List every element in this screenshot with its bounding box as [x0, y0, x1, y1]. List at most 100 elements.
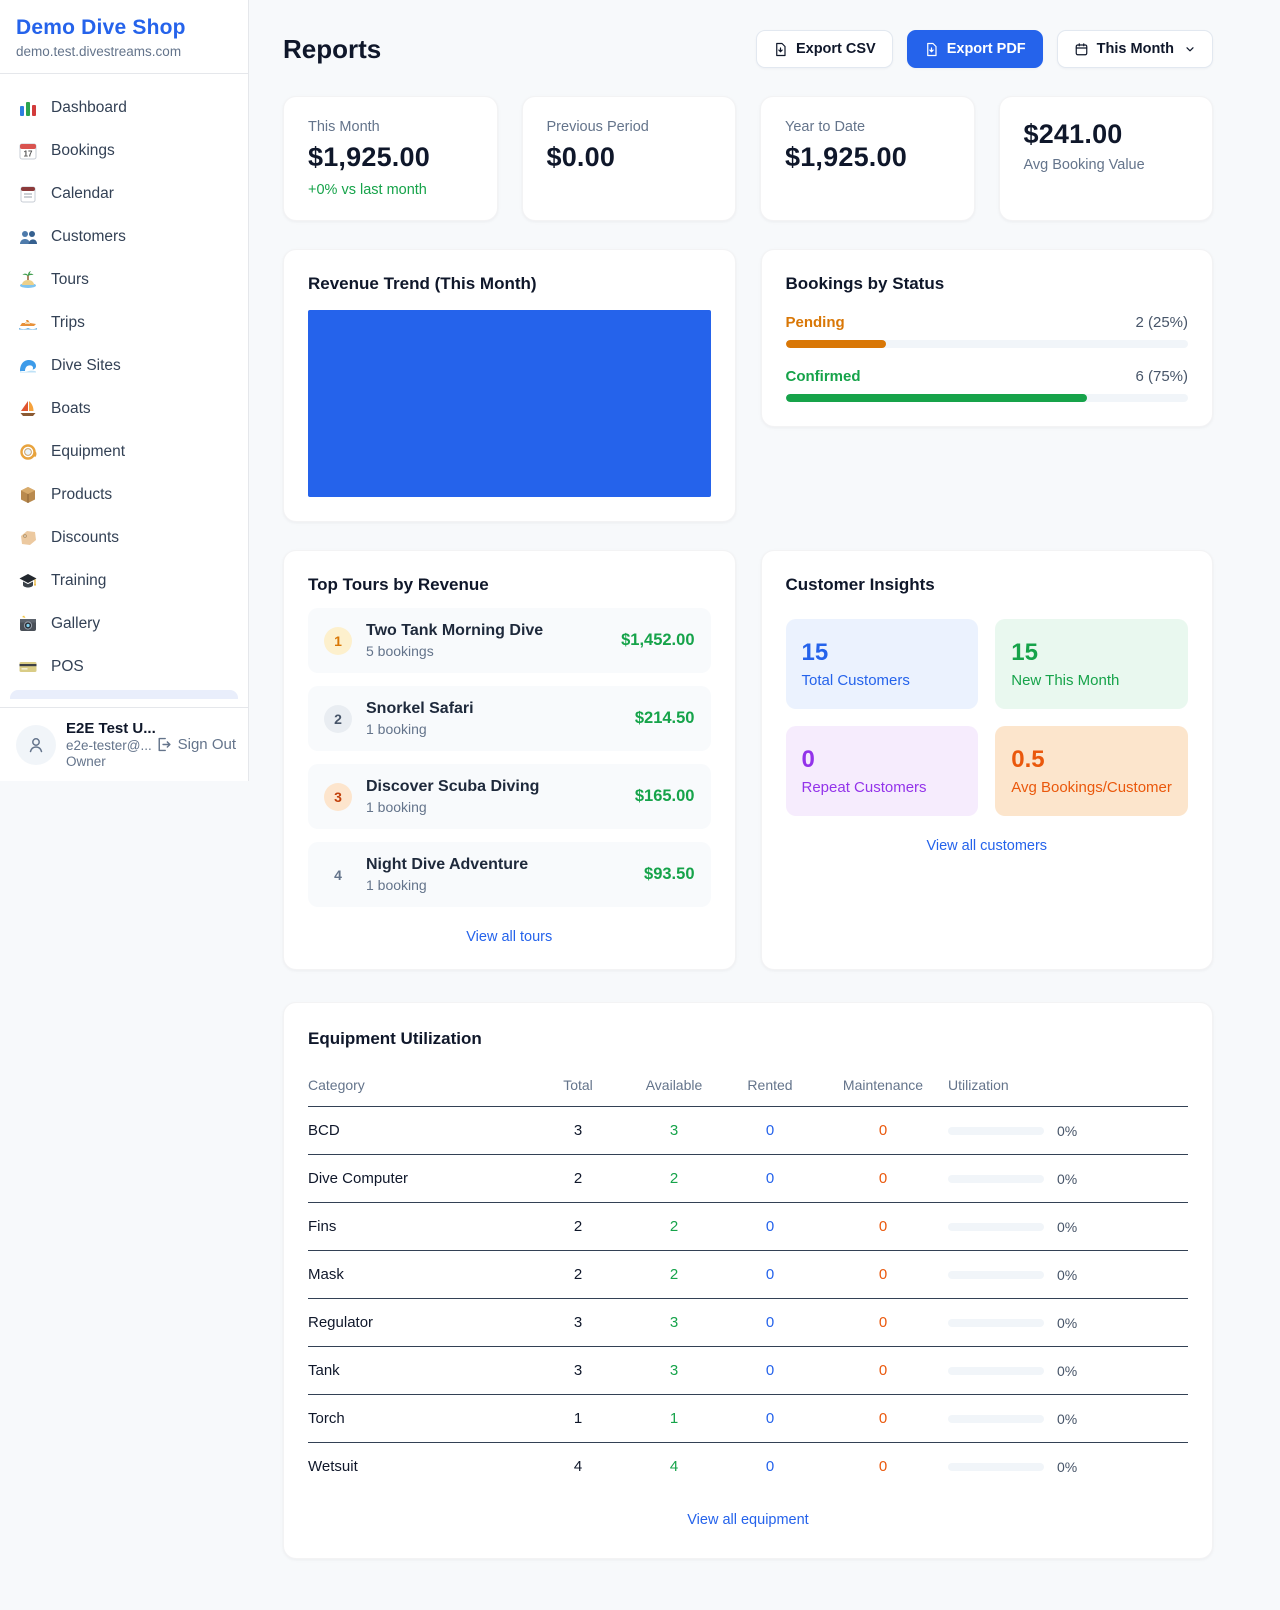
utilization-bar — [948, 1367, 1044, 1375]
header-actions: Export CSV Export PDF This Month — [756, 30, 1213, 68]
sidebar-item-label: Boats — [51, 400, 91, 418]
cell-rented: 0 — [722, 1395, 818, 1443]
cell-available: 4 — [626, 1443, 722, 1491]
cell-maintenance: 0 — [818, 1155, 948, 1203]
sidebar-item-label: Gallery — [51, 615, 100, 633]
island-icon — [18, 270, 38, 290]
progress-fill-confirmed — [786, 394, 1088, 402]
sidebar-item-label: Bookings — [51, 142, 115, 160]
table-row: Torch 1 1 0 0 0% — [308, 1395, 1188, 1443]
sidebar-item-label: Trips — [51, 314, 85, 332]
cell-rented: 0 — [722, 1107, 818, 1155]
top-tours-card: Top Tours by Revenue 1 Two Tank Morning … — [283, 550, 736, 970]
sidebar-item-dashboard[interactable]: Dashboard — [8, 88, 240, 128]
user-meta: E2E Test U... e2e-tester@... Owner — [66, 720, 145, 769]
cell-total: 1 — [530, 1395, 626, 1443]
cell-maintenance: 0 — [818, 1251, 948, 1299]
export-pdf-label: Export PDF — [947, 41, 1026, 57]
tour-amount: $165.00 — [635, 787, 695, 806]
sidebar-item-gallery[interactable]: Gallery — [8, 604, 240, 644]
stat-card-year-to-date: Year to Date $1,925.00 — [760, 96, 975, 221]
cell-available: 3 — [626, 1347, 722, 1395]
utilization-bar — [948, 1175, 1044, 1183]
period-dropdown[interactable]: This Month — [1057, 30, 1213, 68]
cell-rented: 0 — [722, 1443, 818, 1491]
sidebar-item-pos[interactable]: POS — [8, 647, 240, 687]
tour-row[interactable]: 2 Snorkel Safari 1 booking $214.50 — [308, 686, 711, 751]
stat-value: $241.00 — [1024, 119, 1189, 150]
view-all-equipment-link[interactable]: View all equipment — [308, 1512, 1188, 1528]
cell-available: 2 — [626, 1155, 722, 1203]
sidebar-item-reports-selected-peek[interactable] — [10, 690, 238, 699]
utilization-bar — [948, 1271, 1044, 1279]
revenue-trend-chart — [308, 310, 711, 497]
tour-name: Night Dive Adventure — [366, 856, 528, 874]
stat-label: Year to Date — [785, 119, 950, 135]
shop-name[interactable]: Demo Dive Shop — [16, 16, 232, 40]
cell-available: 3 — [626, 1107, 722, 1155]
sidebar-item-boats[interactable]: Boats — [8, 389, 240, 429]
tile-value: 15 — [802, 639, 963, 667]
export-pdf-button[interactable]: Export PDF — [907, 30, 1043, 68]
cell-rented: 0 — [722, 1155, 818, 1203]
avatar — [16, 725, 56, 765]
package-icon — [18, 485, 38, 505]
utilization-bar — [948, 1223, 1044, 1231]
utilization-cell: 0% — [948, 1459, 1188, 1475]
status-count: 2 (25%) — [1135, 314, 1188, 331]
tour-row[interactable]: 4 Night Dive Adventure 1 booking $93.50 — [308, 842, 711, 907]
sidebar-item-tours[interactable]: Tours — [8, 260, 240, 300]
table-row: BCD 3 3 0 0 0% — [308, 1107, 1188, 1155]
sidebar-item-discounts[interactable]: Discounts — [8, 518, 240, 558]
sign-out-button[interactable]: Sign Out — [155, 736, 236, 753]
cell-maintenance: 0 — [818, 1443, 948, 1491]
progress-track — [786, 394, 1189, 402]
stat-value: $1,925.00 — [785, 142, 950, 173]
equipment-utilization-card: Equipment Utilization Category Total Ava… — [283, 1002, 1213, 1559]
sidebar-item-trips[interactable]: Trips — [8, 303, 240, 343]
tour-bookings: 5 bookings — [366, 643, 543, 659]
sidebar-item-bookings[interactable]: 17 Bookings — [8, 131, 240, 171]
cell-maintenance: 0 — [818, 1203, 948, 1251]
cell-total: 3 — [530, 1347, 626, 1395]
col-rented: Rented — [722, 1067, 818, 1107]
tour-name: Two Tank Morning Dive — [366, 622, 543, 640]
export-csv-button[interactable]: Export CSV — [756, 30, 893, 68]
utilization-pct: 0% — [1057, 1363, 1077, 1379]
cell-category: BCD — [308, 1107, 530, 1155]
tile-value: 15 — [1011, 639, 1172, 667]
cell-available: 2 — [626, 1203, 722, 1251]
utilization-cell: 0% — [948, 1363, 1188, 1379]
col-maintenance: Maintenance — [818, 1067, 948, 1107]
user-panel: E2E Test U... e2e-tester@... Owner Sign … — [0, 707, 248, 781]
speedboat-icon — [18, 313, 38, 333]
table-header-row: Category Total Available Rented Maintena… — [308, 1067, 1188, 1107]
sidebar-item-dive-sites[interactable]: Dive Sites — [8, 346, 240, 386]
sidebar-item-calendar[interactable]: Calendar — [8, 174, 240, 214]
sidebar-item-training[interactable]: Training — [8, 561, 240, 601]
view-all-customers-link[interactable]: View all customers — [786, 838, 1189, 854]
tile-label: Avg Bookings/Customer — [1011, 779, 1172, 796]
stat-card-avg-booking-value: $241.00 Avg Booking Value — [999, 96, 1214, 221]
cell-rented: 0 — [722, 1251, 818, 1299]
cell-category: Wetsuit — [308, 1443, 530, 1491]
tour-row[interactable]: 3 Discover Scuba Diving 1 booking $165.0… — [308, 764, 711, 829]
tile-repeat-customers: 0 Repeat Customers — [786, 726, 979, 816]
sidebar-item-customers[interactable]: Customers — [8, 217, 240, 257]
status-row-confirmed: Confirmed 6 (75%) — [786, 368, 1189, 402]
cell-available: 2 — [626, 1251, 722, 1299]
tour-row[interactable]: 1 Two Tank Morning Dive 5 bookings $1,45… — [308, 608, 711, 673]
sidebar-item-products[interactable]: Products — [8, 475, 240, 515]
insights-row: Top Tours by Revenue 1 Two Tank Morning … — [283, 550, 1213, 970]
calendar-icon — [1074, 42, 1089, 57]
view-all-tours-link[interactable]: View all tours — [308, 929, 711, 945]
sidebar-item-equipment[interactable]: Equipment — [8, 432, 240, 472]
utilization-bar — [948, 1415, 1044, 1423]
table-row: Regulator 3 3 0 0 0% — [308, 1299, 1188, 1347]
tile-label: Repeat Customers — [802, 779, 963, 796]
equipment-utilization-title: Equipment Utilization — [308, 1029, 1188, 1049]
utilization-cell: 0% — [948, 1219, 1188, 1235]
rank-badge: 3 — [324, 783, 352, 811]
rank-badge: 1 — [324, 627, 352, 655]
cell-total: 3 — [530, 1107, 626, 1155]
